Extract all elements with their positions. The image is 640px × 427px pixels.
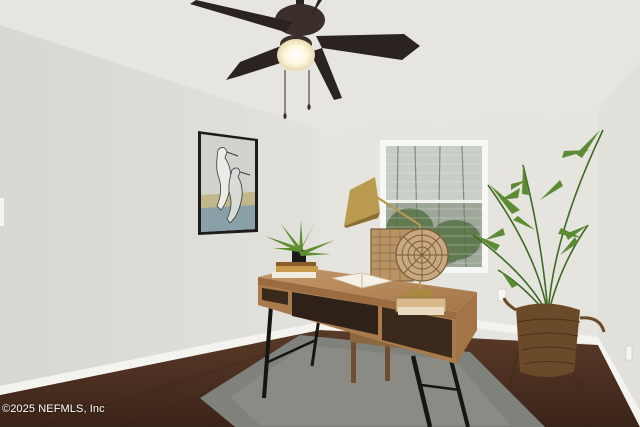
left-wall-fixture: [0, 198, 4, 226]
light-switch: [625, 345, 633, 361]
copyright-watermark: ©2025 NEFMLS, Inc: [2, 403, 105, 415]
shell-decor: [395, 228, 449, 315]
desk-books: [272, 262, 318, 278]
room-illustration: [0, 0, 640, 427]
heron-painting: [198, 131, 258, 235]
room-photo: ©2025 NEFMLS, Inc: [0, 0, 640, 427]
